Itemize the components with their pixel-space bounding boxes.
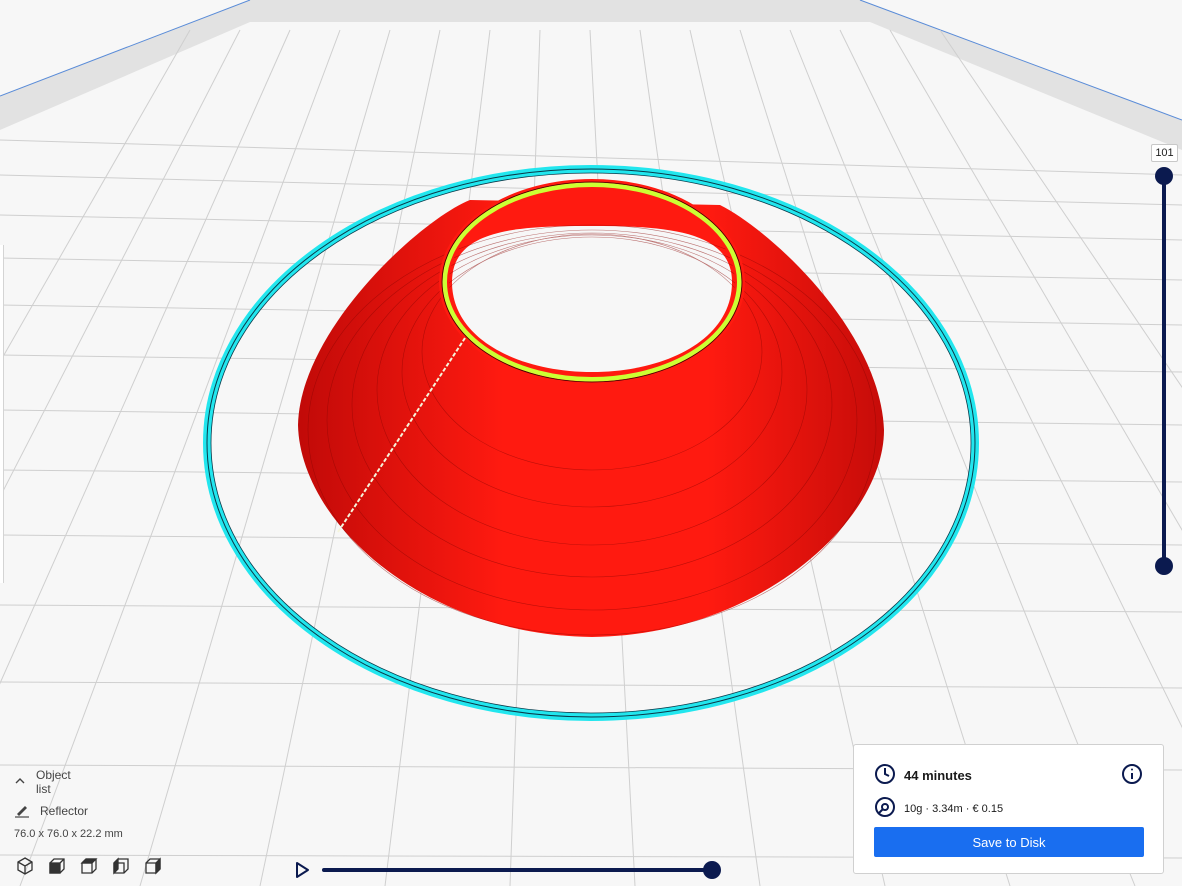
left-view-icon[interactable] xyxy=(110,855,132,877)
spool-icon xyxy=(874,796,896,821)
clock-icon xyxy=(874,763,896,788)
layer-number-label[interactable]: 101 xyxy=(1151,144,1178,162)
left-panel-edge xyxy=(0,245,4,583)
material-usage-row: 10g · 3.34m · € 0.15 xyxy=(874,796,1003,821)
right-view-icon[interactable] xyxy=(142,855,164,877)
play-icon xyxy=(296,862,309,878)
object-dimensions: 76.0 x 76.0 x 22.2 mm xyxy=(14,828,123,840)
print-time-row: 44 minutes xyxy=(874,763,972,788)
play-simulation-button[interactable] xyxy=(292,860,312,880)
object-name: Reflector xyxy=(40,804,89,818)
simulation-slider-track[interactable] xyxy=(322,868,714,872)
save-to-disk-button[interactable]: Save to Disk xyxy=(874,827,1144,857)
chevron-up-icon xyxy=(14,775,26,790)
object-list-toggle[interactable]: Object list xyxy=(14,768,71,796)
layer-slider-track[interactable] xyxy=(1162,176,1166,566)
layer-slider-top-handle[interactable] xyxy=(1155,167,1173,185)
3d-view-icon[interactable] xyxy=(14,855,36,877)
print-summary-panel: 44 minutes 10g · 3.34m · € 0.15 Save to … xyxy=(853,744,1164,874)
pencil-icon xyxy=(14,802,30,821)
view-buttons xyxy=(14,855,164,877)
top-view-icon[interactable] xyxy=(78,855,100,877)
info-icon[interactable] xyxy=(1121,763,1143,785)
print-time: 44 minutes xyxy=(904,768,972,783)
front-view-icon[interactable] xyxy=(46,855,68,877)
object-list-label: Object list xyxy=(36,768,71,796)
material-usage: 10g · 3.34m · € 0.15 xyxy=(904,802,1004,815)
simulation-slider-handle[interactable] xyxy=(703,861,721,879)
object-name-row[interactable]: Reflector xyxy=(14,801,88,821)
layer-slider-bottom-handle[interactable] xyxy=(1155,557,1173,575)
